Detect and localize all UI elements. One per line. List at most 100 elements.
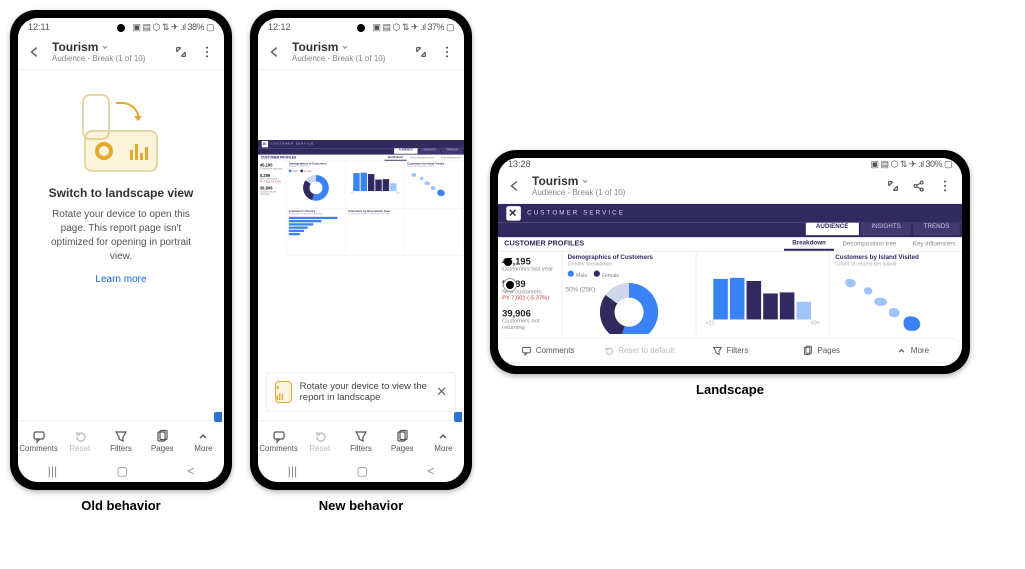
- comment-icon: [32, 429, 46, 443]
- clock: 12:12: [268, 22, 291, 32]
- share-button[interactable]: [908, 175, 930, 197]
- rotate-illustration: [76, 94, 166, 172]
- more-icon: [896, 345, 907, 356]
- report-title[interactable]: Tourism: [52, 40, 166, 54]
- tab-reset: Reset: [299, 425, 340, 456]
- report-canvas[interactable]: ✕ CUSTOMER SERVICE AUDIENCE INSIGHTS TRE…: [498, 204, 962, 334]
- pages-icon: [155, 429, 169, 443]
- brand-logo: ✕: [263, 142, 268, 147]
- comment-icon: [521, 345, 532, 356]
- edge-handle[interactable]: [454, 412, 462, 422]
- tab-more[interactable]: More: [867, 339, 958, 362]
- camera-dot: [357, 24, 365, 32]
- rotate-banner-icon: ◐ ıll: [275, 381, 292, 403]
- nav-back[interactable]: <: [427, 464, 434, 478]
- overflow-button[interactable]: [934, 175, 956, 197]
- tab-comments[interactable]: Comments: [258, 425, 299, 456]
- tab-comments[interactable]: Comments: [502, 339, 593, 362]
- bottom-tabbar: Comments Reset Filters Pages More: [18, 420, 224, 460]
- filter-icon: [354, 429, 368, 443]
- nav-back[interactable]: <: [187, 464, 194, 478]
- age-bar-chart: [348, 165, 402, 191]
- status-icons: ▣ ▤ ⬡ ⇅ ✈ .ıl 37% ▢: [373, 22, 454, 33]
- breadcrumb: Audience - Break (1 of 10): [52, 54, 166, 63]
- tab-comments[interactable]: Comments: [18, 425, 59, 456]
- age-bar-chart: [701, 261, 823, 319]
- rotate-banner-close[interactable]: ✕: [436, 384, 447, 400]
- tab-pages[interactable]: Pages: [142, 425, 183, 456]
- phone-landscape: 13:28 ▣ ▤ ⬡ ⇅ ✈ .ıl 30% ▢ Tourism Audien…: [490, 150, 970, 374]
- country-hbar-chart: [289, 217, 343, 235]
- island-map: [407, 169, 461, 201]
- caption-landscape: Landscape: [696, 382, 764, 397]
- pages-icon: [395, 429, 409, 443]
- nav-home[interactable]: ▢: [116, 464, 127, 478]
- reset-icon: [73, 429, 87, 443]
- chevron-down-icon: [101, 43, 109, 51]
- reset-icon: [603, 345, 614, 356]
- dash-tab-trends[interactable]: TRENDS: [913, 223, 959, 235]
- expand-button[interactable]: [170, 41, 192, 63]
- nav-recent[interactable]: |||: [288, 464, 297, 478]
- tab-pages[interactable]: Pages: [382, 425, 423, 456]
- dash-tab-audience[interactable]: AUDIENCE: [805, 223, 858, 235]
- phone-new: 12:12 ▣ ▤ ⬡ ⇅ ✈ .ıl 37% ▢ Tourism Audien…: [250, 10, 472, 490]
- report-preview[interactable]: ✕ CUSTOMER SERVICE AUDIENCE INSIGHTS TRE…: [258, 140, 464, 256]
- status-icons: ▣ ▤ ⬡ ⇅ ✈ .ıl 38% ▢: [133, 22, 214, 33]
- clock: 12:11: [28, 22, 50, 32]
- android-navbar: ||| ▢ <: [18, 460, 224, 482]
- tab-more[interactable]: More: [183, 425, 224, 456]
- report-title[interactable]: Tourism: [532, 174, 878, 188]
- brand-logo: ✕: [508, 208, 519, 219]
- breadcrumb: Audience - Break (1 of 10): [292, 54, 406, 63]
- pages-icon: [802, 345, 813, 356]
- camera-dot: [117, 24, 125, 32]
- more-icon: [436, 429, 450, 443]
- filter-icon: [114, 429, 128, 443]
- expand-button[interactable]: [882, 175, 904, 197]
- tab-pages[interactable]: Pages: [776, 339, 867, 362]
- empty-state-title: Switch to landscape view: [49, 186, 194, 200]
- expand-button[interactable]: [410, 41, 432, 63]
- android-navbar: ||| ▢ <: [258, 460, 464, 482]
- clock: 13:28: [508, 159, 531, 169]
- tab-filters[interactable]: Filters: [100, 425, 141, 456]
- dash-topbar: ✕ CUSTOMER SERVICE: [258, 140, 464, 148]
- back-button[interactable]: [264, 41, 286, 63]
- page-indicator[interactable]: [504, 279, 516, 291]
- nav-home[interactable]: ▢: [356, 464, 367, 478]
- caption-new: New behavior: [319, 498, 404, 513]
- dash-tab-insights[interactable]: INSIGHTS: [861, 223, 911, 235]
- comment-icon: [272, 429, 286, 443]
- dash-tab-trends[interactable]: TRENDS: [442, 148, 463, 154]
- dash-tab-insights[interactable]: INSIGHTS: [419, 148, 441, 154]
- tab-filters[interactable]: Filters: [684, 339, 775, 362]
- report-title[interactable]: Tourism: [292, 40, 406, 54]
- camera-dot: [504, 258, 512, 266]
- tab-filters[interactable]: Filters: [340, 425, 381, 456]
- bottom-tabbar: Comments Reset Filters Pages More: [258, 420, 464, 460]
- breadcrumb: Audience - Break (1 of 10): [532, 188, 878, 197]
- edge-handle[interactable]: [214, 412, 222, 422]
- back-button[interactable]: [504, 175, 526, 197]
- chevron-down-icon: [341, 43, 349, 51]
- phone-old: 12:11 ▣ ▤ ⬡ ⇅ ✈ .ıl 38% ▢ Tourism Audien…: [10, 10, 232, 490]
- nav-recent[interactable]: |||: [48, 464, 57, 478]
- overflow-button[interactable]: [196, 41, 218, 63]
- bottom-tabbar: Comments Reset to default Filters Pages …: [502, 338, 958, 362]
- island-map: [835, 271, 957, 334]
- dash-tab-audience[interactable]: AUDIENCE: [394, 148, 418, 154]
- dash-topbar: ✕ CUSTOMER SERVICE: [498, 204, 962, 223]
- overflow-button[interactable]: [436, 41, 458, 63]
- back-button[interactable]: [24, 41, 46, 63]
- caption-old: Old behavior: [81, 498, 160, 513]
- app-header: Tourism Audience - Break (1 of 10): [258, 36, 464, 70]
- donut-chart: [600, 283, 658, 334]
- more-icon: [196, 429, 210, 443]
- empty-state-body: Rotate your device to open this page. Th…: [34, 208, 208, 264]
- donut-chart: [303, 175, 329, 201]
- chevron-down-icon: [581, 177, 589, 185]
- app-header: Tourism Audience - Break (1 of 10): [498, 170, 962, 204]
- tab-more[interactable]: More: [423, 425, 464, 456]
- learn-more-link[interactable]: Learn more: [95, 274, 146, 285]
